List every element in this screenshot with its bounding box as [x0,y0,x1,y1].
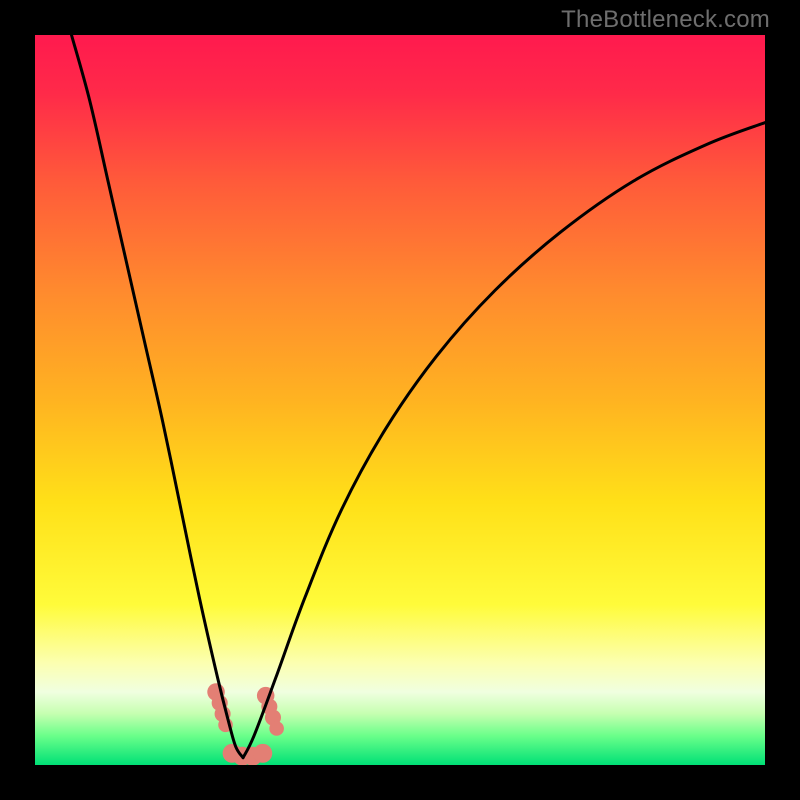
curve-layer [35,35,765,765]
marker-blob [269,721,284,736]
watermark-text: TheBottleneck.com [561,6,770,34]
curve-left-branch [72,35,244,758]
plot-area [35,35,765,765]
marker-blob [253,744,272,763]
chart-frame: TheBottleneck.com [0,0,800,800]
curve-right-branch [243,123,765,758]
